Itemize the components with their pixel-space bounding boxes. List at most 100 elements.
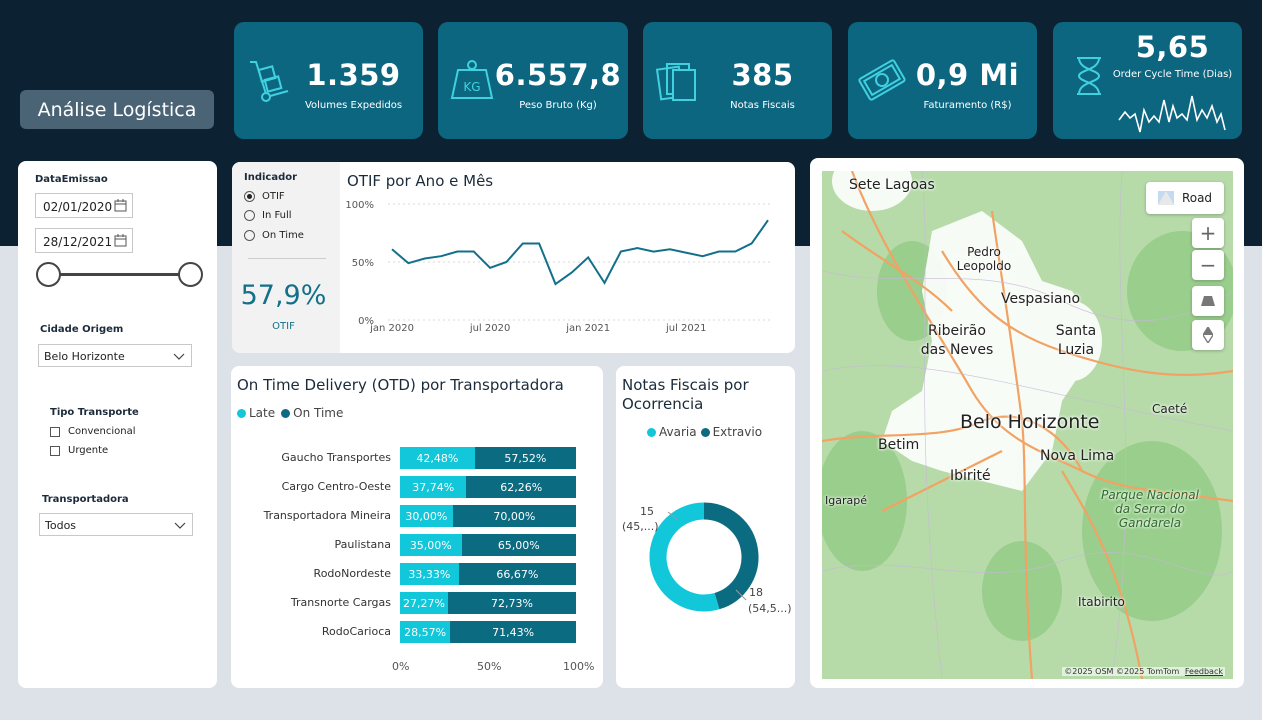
page-title: Análise Logística <box>20 90 214 129</box>
transp-filter-label: Transportadora <box>42 494 129 505</box>
transp-dropdown[interactable]: Todos <box>39 513 193 536</box>
map-label-ibirite: Ibirité <box>950 468 991 484</box>
nf-chart-title-line1: Notas Fiscais por <box>622 376 749 394</box>
kpi-faturamento-card[interactable]: 0,9 Mi Faturamento (R$) <box>848 22 1037 139</box>
otd-bar-ontime[interactable]: 65,00% <box>461 534 576 556</box>
kpi-peso-label: Peso Bruto (Kg) <box>519 100 597 111</box>
filters-panel: DataEmissao 02/01/2020 28/12/2021 Cidade… <box>18 161 217 688</box>
map-label-vespasiano: Vespasiano <box>1001 291 1081 307</box>
road-map-icon <box>1157 191 1174 205</box>
donut-slice-extravio[interactable] <box>703 502 759 610</box>
otd-bar-late[interactable]: 33,33% <box>400 563 459 585</box>
otd-bar-ontime[interactable]: 71,43% <box>450 621 576 643</box>
legend-extravio-swatch <box>700 427 710 437</box>
date-start-input[interactable]: 02/01/2020 <box>35 193 133 218</box>
map-label-igarape: Igarapé <box>825 494 867 507</box>
otd-bar-ontime[interactable]: 57,52% <box>474 447 576 469</box>
date-start-text: 02/01/2020 <box>43 200 113 214</box>
otif-line-chart: 100%50%0%jan 2020 jul 2020 jan 2021 jul 202… <box>345 200 772 334</box>
documents-icon <box>655 63 696 101</box>
radio-icon <box>244 230 255 241</box>
map-label-nova-lima: Nova Lima <box>1040 448 1115 464</box>
indicator-option-otif[interactable]: OTIF <box>244 191 285 202</box>
transp-dropdown-value: Todos <box>45 519 77 532</box>
map-feedback-link[interactable]: Feedback <box>1185 667 1223 676</box>
kpi-cycle-card[interactable]: 5,65 Order Cycle Time (Dias) <box>1053 22 1242 139</box>
kpi-volumes-value: 1.359 <box>306 58 401 92</box>
legend-extravio-label: Extravio <box>712 425 763 439</box>
donut-label-extravio-pct: (45,...) <box>622 520 659 533</box>
svg-text:KG: KG <box>463 80 480 94</box>
otd-bar-late[interactable]: 27,27% <box>400 592 448 614</box>
date-slider-start-handle[interactable] <box>36 262 61 287</box>
otd-bar-late[interactable]: 42,48% <box>400 447 475 469</box>
tipo-option-convencional[interactable]: Convencional <box>50 426 136 437</box>
chevron-down-icon <box>173 353 185 360</box>
otd-category-label: Cargo Centro-Oeste <box>281 480 391 493</box>
compass-button[interactable] <box>1192 320 1224 350</box>
plus-icon: + <box>1199 221 1217 245</box>
tipo-option-urgente[interactable]: Urgente <box>50 445 108 456</box>
zoom-out-button[interactable]: − <box>1192 250 1224 280</box>
date-filter-label: DataEmissao <box>35 174 108 185</box>
indicator-option-label: On Time <box>262 230 304 241</box>
otif-kpi-value: 57,9% <box>240 280 327 311</box>
compass-icon <box>1203 327 1213 343</box>
otd-x-tick: 50% <box>477 660 502 673</box>
map-canvas[interactable]: Sete Lagoas Pedro Leopoldo Vespasiano Ri… <box>822 171 1233 679</box>
otd-bar-ontime[interactable]: 72,73% <box>447 592 576 614</box>
kpi-notas-label: Notas Fiscais <box>730 100 795 111</box>
map-label-caete: Caeté <box>1152 402 1188 416</box>
donut-label-avaria-pct: (54,5...) <box>748 602 792 615</box>
tilt-button[interactable] <box>1192 286 1224 316</box>
cidade-dropdown-value: Belo Horizonte <box>44 350 125 363</box>
indicator-option-ontime[interactable]: On Time <box>244 230 304 241</box>
kpi-notas-value: 385 <box>731 58 794 92</box>
map-attribution: ©2025 OSM ©2025 TomTom Feedback <box>1062 667 1225 676</box>
otd-bar-late[interactable]: 35,00% <box>400 534 462 556</box>
map-label-ribeirao-das-neves: Ribeirão das Neves <box>920 323 994 358</box>
otd-card: On Time Delivery (OTD) por Transportador… <box>231 366 603 688</box>
otd-bar-late[interactable]: 28,57% <box>400 621 451 643</box>
legend-avaria-label: Avaria <box>659 425 697 439</box>
kpi-faturamento-value: 0,9 Mi <box>915 58 1020 92</box>
otd-bar-ontime[interactable]: 62,26% <box>466 476 576 498</box>
nf-card: Notas Fiscais por Ocorrencia Avaria Extr… <box>616 366 795 688</box>
date-slider-track <box>49 273 190 276</box>
otif-kpi-label: OTIF <box>272 321 295 332</box>
calendar-icon <box>114 234 127 247</box>
donut-slice-avaria[interactable] <box>649 502 720 612</box>
kpi-cycle-value: 5,65 <box>1135 30 1210 64</box>
otd-bar-ontime[interactable]: 66,67% <box>458 563 576 585</box>
otif-x-tick: jul 2020 <box>469 323 511 334</box>
hourglass-icon <box>1077 57 1101 95</box>
map-style-button[interactable]: Road <box>1146 182 1224 214</box>
date-end-input[interactable]: 28/12/2021 <box>35 228 133 253</box>
otd-bar-late[interactable]: 37,74% <box>400 476 467 498</box>
radio-selected-icon <box>244 191 255 202</box>
otd-category-label: RodoCarioca <box>321 625 391 638</box>
cidade-dropdown[interactable]: Belo Horizonte <box>38 344 192 367</box>
kpi-notas-card[interactable]: 385 Notas Fiscais <box>643 22 832 139</box>
otif-x-tick: jul 2021 <box>665 323 707 334</box>
otif-y-tick: 100% <box>345 200 374 211</box>
otif-y-tick: 50% <box>352 258 374 269</box>
otd-category-label: Transnorte Cargas <box>290 596 391 609</box>
otd-bar-late[interactable]: 30,00% <box>400 505 453 527</box>
tipo-option-label: Urgente <box>68 445 109 456</box>
divider <box>248 258 326 259</box>
cycle-sparkline <box>1118 95 1226 133</box>
map-label-belo-horizonte: Belo Horizonte <box>960 411 1100 433</box>
zoom-in-button[interactable]: + <box>1192 218 1224 248</box>
kpi-volumes-card[interactable]: 1.359 Volumes Expedidos <box>234 22 423 139</box>
indicator-option-label: In Full <box>262 210 292 221</box>
otd-bar-ontime[interactable]: 70,00% <box>452 505 576 527</box>
kpi-faturamento-label: Faturamento (R$) <box>923 100 1012 111</box>
money-icon <box>858 59 906 101</box>
kpi-peso-card[interactable]: KG 6.557,8 Peso Bruto (Kg) <box>438 22 628 139</box>
indicator-option-infull[interactable]: In Full <box>244 210 292 221</box>
otd-category-label: Paulistana <box>334 538 391 551</box>
date-slider-end-handle[interactable] <box>178 262 203 287</box>
otif-card: Indicador OTIF In Full On Time 57,9% OTI… <box>232 162 795 353</box>
map-label-itabirito: Itabirito <box>1078 595 1125 609</box>
